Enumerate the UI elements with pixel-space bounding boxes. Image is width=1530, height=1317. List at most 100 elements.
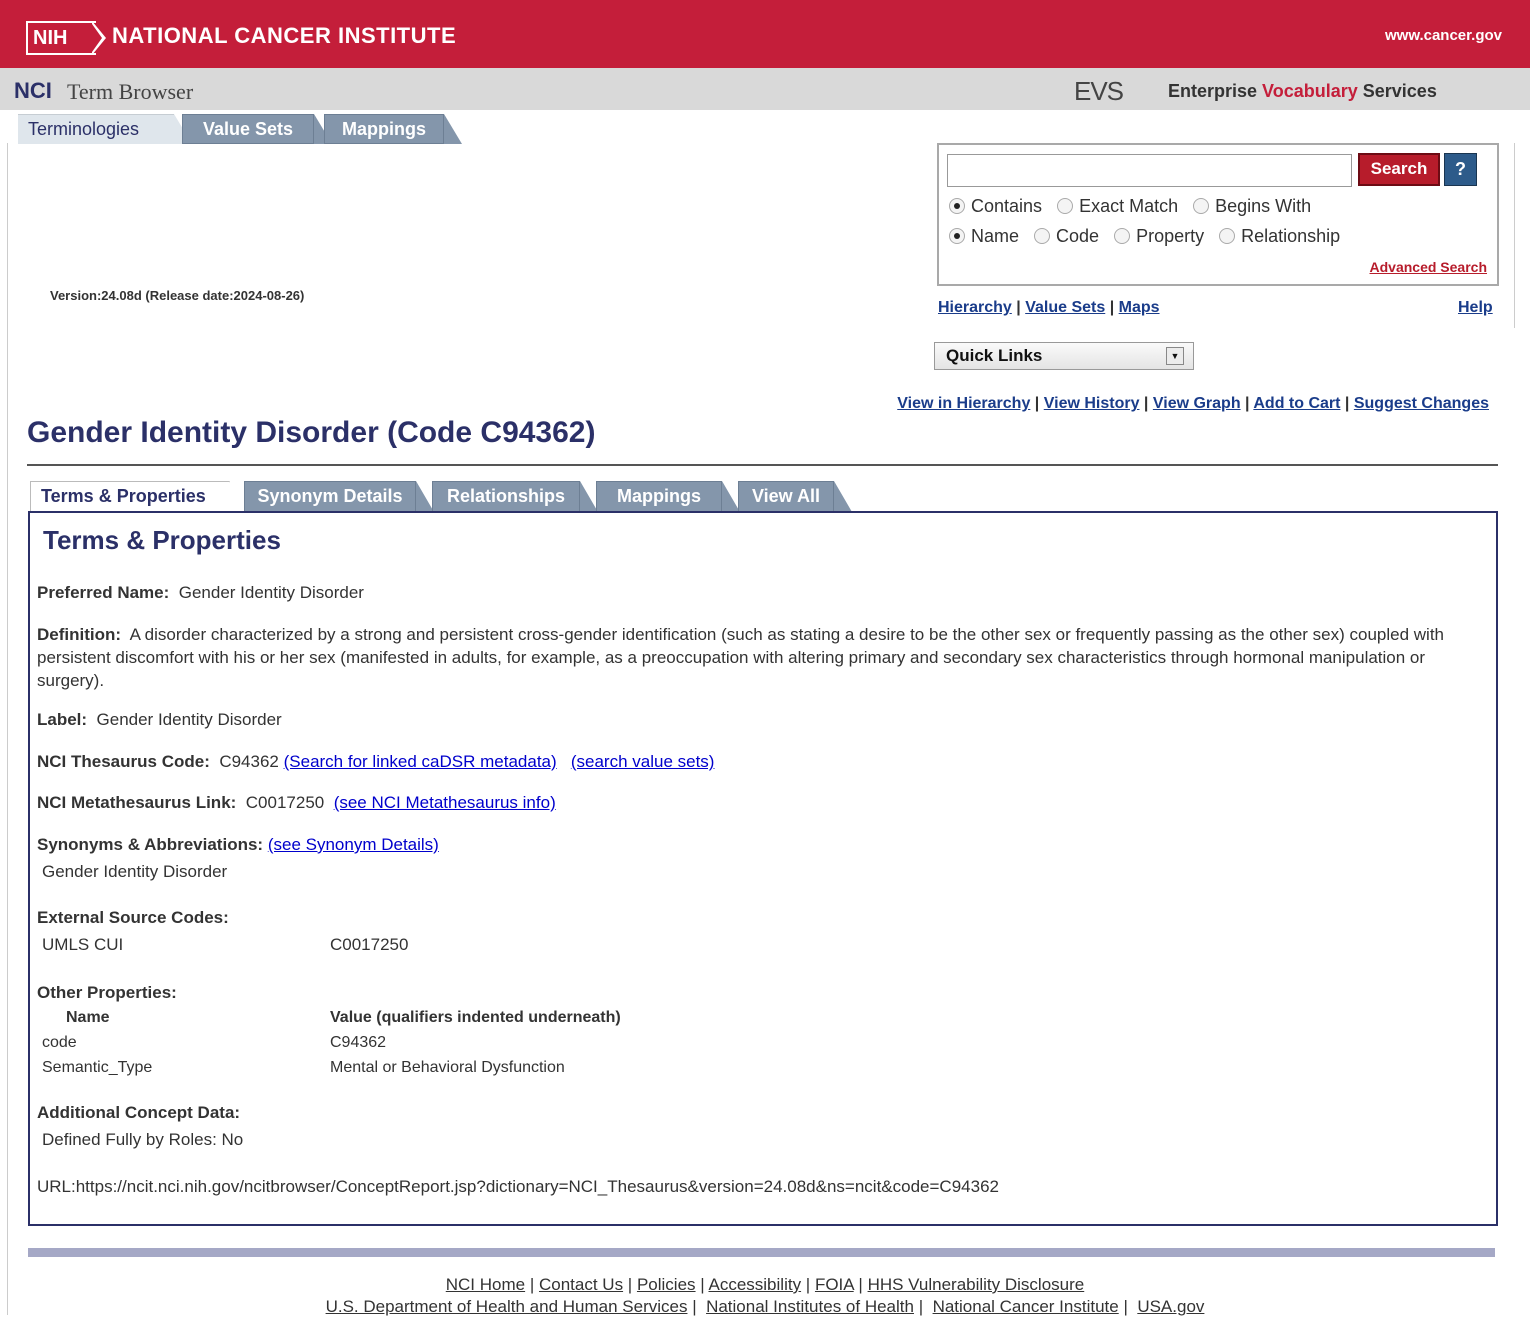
search-button[interactable]: Search	[1358, 153, 1440, 186]
ncit-code-value: C94362	[219, 752, 279, 771]
version-label: Version:24.08d (Release date:2024-08-26)	[50, 288, 305, 303]
external-codes-row: External Source Codes:	[37, 908, 229, 928]
radio-code[interactable]: Code	[1034, 226, 1099, 247]
radio-begins-with[interactable]: Begins With	[1193, 196, 1311, 217]
frame-right-border	[1514, 143, 1515, 328]
ncit-code-label: NCI Thesaurus Code:	[37, 752, 210, 771]
other-properties-row: Other Properties:	[37, 983, 177, 1003]
other-row-name: code	[42, 1034, 77, 1051]
frame-left-border	[7, 143, 8, 1315]
maps-link[interactable]: Maps	[1119, 299, 1160, 316]
radio-exact-match[interactable]: Exact Match	[1057, 196, 1178, 217]
evs-text[interactable]: Enterprise Vocabulary Services	[1168, 81, 1437, 102]
search-input[interactable]	[947, 154, 1352, 187]
advanced-search-link[interactable]: Advanced Search	[1370, 259, 1488, 275]
additional-data-value: Defined Fully by Roles: No	[42, 1130, 244, 1149]
hierarchy-link[interactable]: Hierarchy	[938, 299, 1012, 316]
preferred-name-label: Preferred Name:	[37, 583, 170, 602]
radio-property[interactable]: Property	[1114, 226, 1204, 247]
label-row: Label: Gender Identity Disorder	[37, 710, 282, 730]
banner-title[interactable]: NATIONAL CANCER INSTITUTE	[112, 23, 456, 49]
title-divider	[27, 464, 1498, 466]
contact-us-link[interactable]: Contact Us	[539, 1275, 623, 1294]
evs-logo[interactable]: EVS	[1074, 76, 1124, 107]
cancer-gov-link[interactable]: www.cancer.gov	[1385, 27, 1502, 44]
tab-value-sets[interactable]: Value Sets	[182, 114, 314, 144]
hhs-link[interactable]: U.S. Department of Health and Human Serv…	[326, 1297, 688, 1316]
tab-terms-properties[interactable]: Terms & Properties	[30, 481, 230, 512]
view-history-link[interactable]: View History	[1044, 395, 1140, 412]
other-row-value: C94362	[330, 1034, 387, 1051]
radio-dot-icon	[1034, 228, 1051, 244]
additional-data-label: Additional Concept Data:	[37, 1103, 241, 1122]
evs-text-3: Services	[1357, 81, 1437, 101]
tab-terminologies[interactable]: Terminologies	[18, 114, 174, 144]
tab-view-all[interactable]: View All	[738, 481, 834, 512]
label-label: Label:	[37, 710, 88, 729]
footer-bar	[28, 1248, 1495, 1257]
concept-action-links: View in Hierarchy | View History | View …	[897, 395, 1489, 412]
synonym-details-link[interactable]: (see Synonym Details)	[268, 835, 439, 854]
preferred-name-value: Gender Identity Disorder	[178, 583, 364, 602]
radio-relationship[interactable]: Relationship	[1219, 226, 1340, 247]
foia-link[interactable]: FOIA	[815, 1275, 854, 1294]
synonyms-label: Synonyms & Abbreviations:	[37, 835, 264, 854]
search-value-sets-link[interactable]: (search value sets)	[571, 752, 715, 771]
radio-label: Name	[971, 226, 1020, 246]
policies-link[interactable]: Policies	[637, 1275, 696, 1294]
cadsr-link[interactable]: (Search for linked caDSR metadata)	[284, 752, 557, 771]
browser-nav-links: Hierarchy | Value Sets | Maps	[938, 299, 1160, 316]
evs-text-2: Vocabulary	[1262, 81, 1358, 101]
view-in-hierarchy-link[interactable]: View in Hierarchy	[897, 395, 1030, 412]
tab-mappings[interactable]: Mappings	[324, 114, 444, 144]
radio-dot-icon	[949, 228, 965, 244]
tab-synonym-details[interactable]: Synonym Details	[244, 481, 416, 512]
ncit-code-row: NCI Thesaurus Code: C94362 (Search for l…	[37, 752, 714, 772]
term-browser-label[interactable]: Term Browser	[67, 79, 193, 105]
other-col-name: Name	[66, 1009, 110, 1026]
metathesaurus-info-link[interactable]: (see NCI Metathesaurus info)	[334, 793, 556, 812]
radio-contains[interactable]: Contains	[949, 196, 1042, 217]
external-source-code: C0017250	[330, 935, 409, 954]
nci-label[interactable]: NCI	[14, 78, 52, 104]
radio-dot-icon	[1057, 198, 1074, 214]
match-options: Contains Exact Match Begins With	[949, 196, 1321, 217]
field-options: Name Code Property Relationship	[949, 226, 1350, 247]
add-to-cart-link[interactable]: Add to Cart	[1253, 395, 1340, 412]
hhs-vulnerability-link[interactable]: HHS Vulnerability Disclosure	[868, 1275, 1085, 1294]
terms-properties-panel: Terms & Properties Preferred Name: Gende…	[28, 511, 1498, 1226]
nih-logo[interactable]: NIH	[26, 21, 96, 55]
radio-label: Property	[1136, 226, 1205, 246]
radio-name[interactable]: Name	[949, 226, 1019, 247]
evs-logo-text: EVS	[1074, 76, 1124, 106]
radio-dot-icon	[1193, 198, 1210, 214]
suggest-changes-link[interactable]: Suggest Changes	[1354, 395, 1489, 412]
search-help-button[interactable]: ?	[1444, 153, 1477, 186]
metathesaurus-row: NCI Metathesaurus Link: C0017250 (see NC…	[37, 793, 556, 813]
search-box: Search ? Contains Exact Match Begins Wit…	[937, 143, 1499, 286]
other-row-name: Semantic_Type	[42, 1059, 153, 1076]
nih-link[interactable]: National Institutes of Health	[706, 1297, 914, 1316]
accessibility-link[interactable]: Accessibility	[708, 1275, 801, 1294]
value-sets-link[interactable]: Value Sets	[1025, 299, 1105, 316]
tab-relationships[interactable]: Relationships	[432, 481, 580, 512]
usa-gov-link[interactable]: USA.gov	[1137, 1297, 1204, 1316]
external-source-name: UMLS CUI	[42, 935, 124, 954]
radio-label: Begins With	[1215, 196, 1312, 216]
radio-label: Relationship	[1241, 226, 1341, 246]
radio-label: Exact Match	[1079, 196, 1179, 216]
quick-links-select[interactable]: Quick Links ▼	[934, 342, 1194, 370]
synonyms-row: Synonyms & Abbreviations: (see Synonym D…	[37, 835, 439, 855]
view-graph-link[interactable]: View Graph	[1153, 395, 1241, 412]
other-col-value: Value (qualifiers indented underneath)	[330, 1009, 621, 1026]
page-title: Gender Identity Disorder (Code C94362)	[27, 416, 596, 449]
radio-label: Code	[1056, 226, 1100, 246]
tab-mappings-concept[interactable]: Mappings	[596, 481, 722, 512]
dropdown-arrow-icon: ▼	[1166, 347, 1184, 365]
app-header: NCI Term Browser EVS Enterprise Vocabula…	[0, 68, 1530, 110]
nci-home-link[interactable]: NCI Home	[446, 1275, 525, 1294]
nci-banner: NIH NATIONAL CANCER INSTITUTE www.cancer…	[0, 0, 1530, 68]
concept-url: URL:https://ncit.nci.nih.gov/ncitbrowser…	[37, 1177, 999, 1196]
nci-link[interactable]: National Cancer Institute	[933, 1297, 1119, 1316]
help-link[interactable]: Help	[1458, 299, 1493, 317]
